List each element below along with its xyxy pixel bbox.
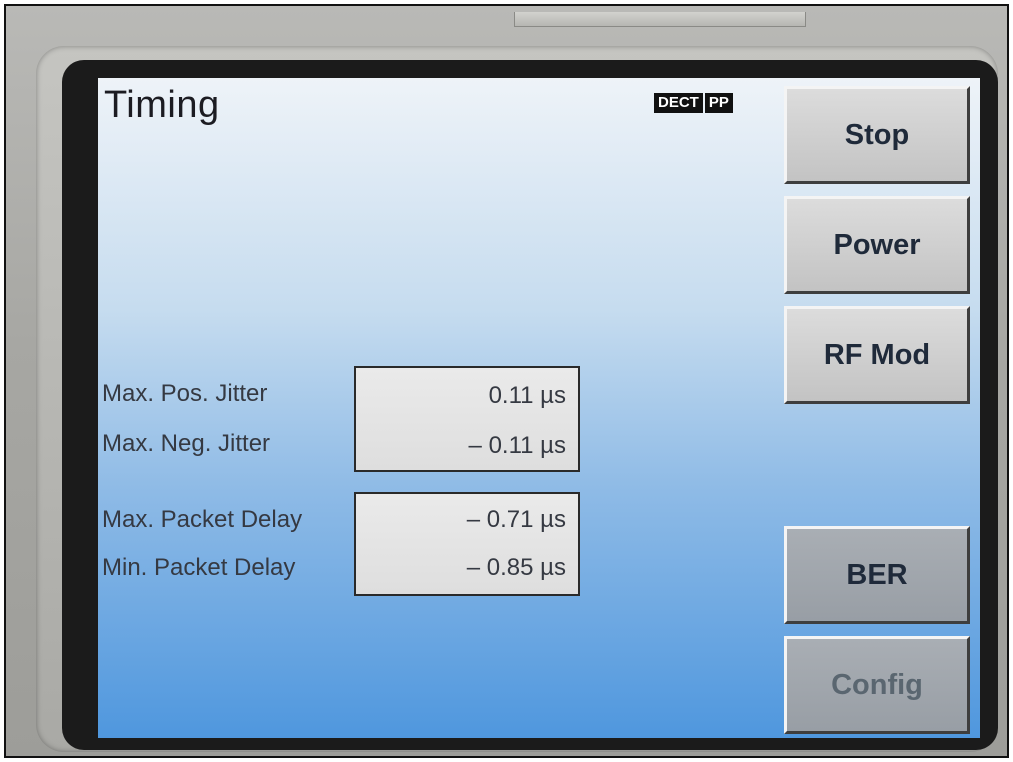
stop-button[interactable]: Stop [784,86,970,184]
device-type-badge: PP [704,93,733,113]
standard-badge: DECT [654,93,703,113]
config-button[interactable]: Config [784,636,970,734]
power-button[interactable]: Power [784,196,970,294]
max-pos-jitter-label: Max. Pos. Jitter [102,380,268,407]
ber-button[interactable]: BER [784,526,970,624]
packet-delay-value-box: – 0.71 µs – 0.85 µs [354,492,580,596]
rf-mod-button[interactable]: RF Mod [784,306,970,404]
max-neg-jitter-label: Max. Neg. Jitter [102,430,271,457]
max-packet-delay-value: – 0.71 µs [466,506,566,533]
page-title: Timing [104,84,220,126]
display-screen: Timing DECT PP Max. Pos. Jitter Max. Neg… [98,78,980,738]
min-packet-delay-label: Min. Packet Delay [102,554,296,581]
jitter-value-box: 0.11 µs – 0.11 µs [354,366,580,472]
photo-frame: Timing DECT PP Max. Pos. Jitter Max. Neg… [4,4,1009,758]
min-packet-delay-value: – 0.85 µs [466,554,566,581]
max-neg-jitter-value: – 0.11 µs [468,432,566,459]
max-pos-jitter-value: 0.11 µs [488,382,566,409]
bezel-notch [514,12,806,27]
mode-badge: DECT PP [654,93,733,113]
max-packet-delay-label: Max. Packet Delay [102,506,303,533]
